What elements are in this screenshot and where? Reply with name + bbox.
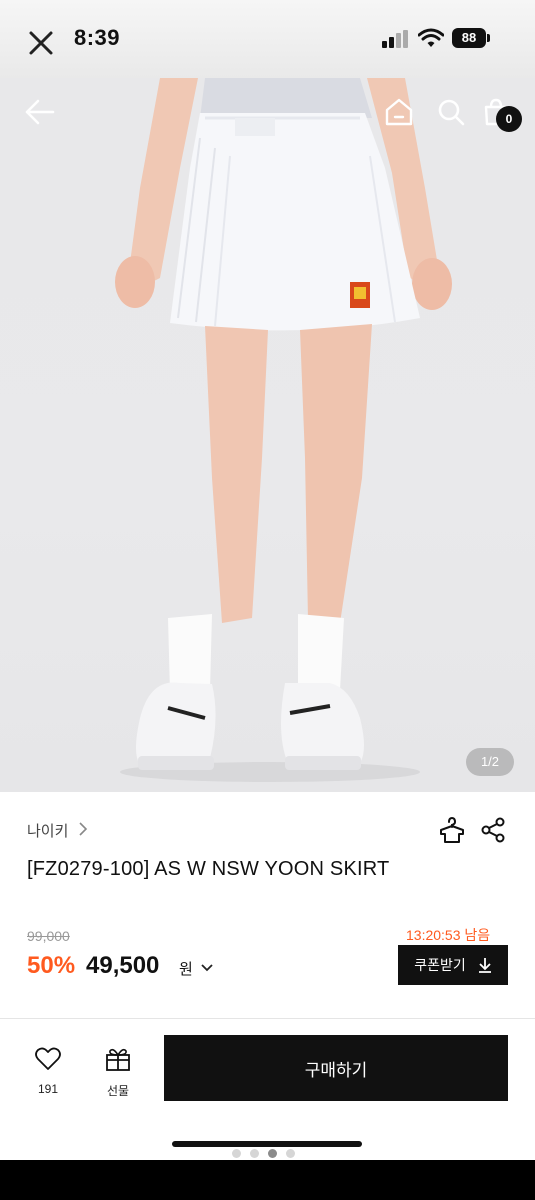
status-time: 8:39	[74, 25, 121, 50]
cart-count-badge: 0	[496, 106, 522, 132]
cellular-signal-icon	[382, 30, 408, 48]
battery-icon: 88	[452, 28, 486, 48]
buy-button[interactable]: 구매하기	[164, 1035, 508, 1101]
discount-rate: 50%	[27, 952, 76, 979]
heart-icon	[35, 1047, 61, 1070]
gift-button[interactable]: 선물	[100, 1047, 136, 1099]
like-count: 191	[37, 1082, 59, 1096]
image-counter: 1/2	[466, 748, 514, 776]
bottom-action-bar: 191 선물 구매하기	[0, 1019, 535, 1160]
search-icon[interactable]	[435, 96, 467, 128]
sale-price: 49,500	[86, 952, 160, 979]
system-navigation-bar	[0, 1160, 535, 1200]
coupon-button-label: 쿠폰받기	[414, 957, 466, 973]
page-dot-active	[268, 1149, 277, 1158]
page-dots	[232, 1149, 295, 1158]
status-bar: 8:39 88	[0, 0, 535, 78]
gift-icon	[106, 1048, 130, 1071]
home-indicator	[172, 1141, 362, 1147]
page-dot	[232, 1149, 241, 1158]
gift-label: 선물	[106, 1084, 130, 1098]
product-image[interactable]: 0 1/2	[0, 78, 535, 792]
battery-tip	[487, 34, 490, 42]
product-photo	[115, 78, 452, 782]
hanger-icon[interactable]	[438, 816, 466, 844]
chevron-right-icon	[79, 822, 88, 836]
chevron-down-icon[interactable]	[200, 963, 214, 973]
product-info: 나이키 [FZ0279-100] AS W NSW YOON SKIRT 99,…	[0, 792, 535, 1018]
brand-link[interactable]: 나이키	[27, 820, 68, 841]
like-button[interactable]: 191	[30, 1047, 66, 1096]
product-title: [FZ0279-100] AS W NSW YOON SKIRT	[27, 858, 390, 880]
home-icon[interactable]	[383, 96, 415, 128]
wifi-icon	[418, 28, 444, 47]
back-arrow-icon[interactable]	[24, 98, 56, 126]
page-dot	[286, 1149, 295, 1158]
download-icon	[478, 958, 491, 973]
original-price: 99,000	[27, 928, 70, 944]
currency-unit[interactable]: 원	[179, 958, 193, 979]
buy-button-label: 구매하기	[304, 1060, 368, 1080]
close-icon[interactable]	[26, 28, 56, 58]
coupon-button[interactable]: 쿠폰받기	[398, 945, 508, 985]
page-dot	[250, 1149, 259, 1158]
countdown-timer: 13:20:53 남음	[406, 927, 491, 943]
share-icon[interactable]	[480, 817, 506, 843]
